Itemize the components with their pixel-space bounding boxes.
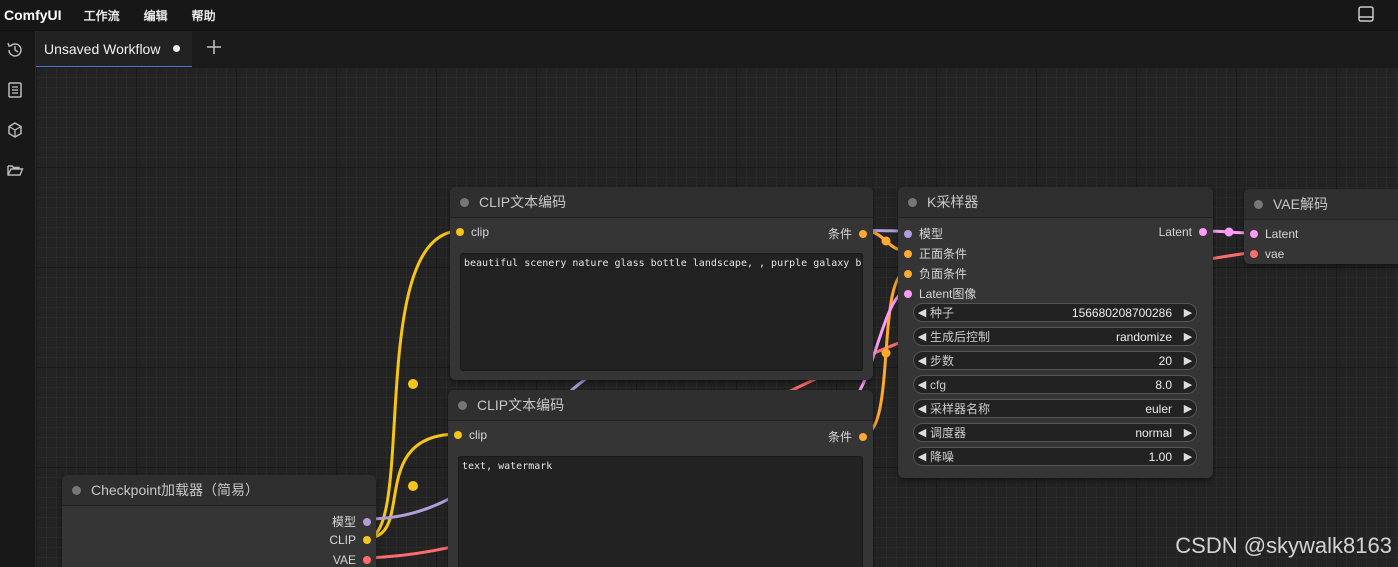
pin-icon[interactable] <box>1250 230 1258 238</box>
decrement-arrow-icon[interactable]: ◀ <box>914 402 930 415</box>
node-title: K采样器 <box>927 194 979 210</box>
node-checkpoint-loader[interactable]: Checkpoint加载器（简易） 模型 CLIP VAE <box>62 475 376 567</box>
output-slot-conditioning[interactable]: 条件 <box>828 225 867 242</box>
node-title: VAE解码 <box>1273 196 1328 212</box>
sidebar <box>0 31 36 567</box>
queue-list-icon[interactable] <box>6 81 24 99</box>
input-slot-positive[interactable]: 正面条件 <box>904 245 967 262</box>
tab-title: Unsaved Workflow <box>44 40 161 57</box>
tab-unsaved-workflow[interactable]: Unsaved Workflow <box>36 31 192 68</box>
prompt-textarea[interactable]: beautiful scenery nature glass bottle la… <box>460 253 863 371</box>
top-menu-bar: ComfyUI 工作流 编辑 帮助 <box>0 0 1398 31</box>
pin-icon[interactable] <box>1250 250 1258 258</box>
increment-arrow-icon[interactable]: ▶ <box>1180 330 1196 343</box>
input-slot-model[interactable]: 模型 <box>904 225 943 242</box>
output-slot-vae[interactable]: VAE <box>333 553 371 567</box>
link-midpoint[interactable] <box>408 379 418 389</box>
decrement-arrow-icon[interactable]: ◀ <box>914 426 930 439</box>
unsaved-dot-icon[interactable] <box>173 45 180 52</box>
pin-icon[interactable] <box>904 249 912 258</box>
output-slot-model[interactable]: 模型 <box>332 513 371 530</box>
folder-open-icon[interactable] <box>6 161 24 179</box>
decrement-arrow-icon[interactable]: ◀ <box>914 450 930 463</box>
collapse-dot-icon[interactable] <box>908 197 917 207</box>
widget-seed[interactable]: ◀ 种子 156680208700286 ▶ <box>913 303 1197 322</box>
pin-icon[interactable] <box>1199 228 1207 236</box>
pin-icon[interactable] <box>904 269 912 278</box>
model-cube-icon[interactable] <box>6 121 24 139</box>
node-title: CLIP文本编码 <box>477 397 565 413</box>
decrement-arrow-icon[interactable]: ◀ <box>914 354 930 367</box>
output-slot-latent[interactable]: Latent <box>1159 225 1207 239</box>
node-header[interactable]: CLIP文本编码 <box>448 390 873 421</box>
collapse-dot-icon[interactable] <box>460 197 469 207</box>
increment-arrow-icon[interactable]: ▶ <box>1180 426 1196 439</box>
increment-arrow-icon[interactable]: ▶ <box>1180 306 1196 319</box>
decrement-arrow-icon[interactable]: ◀ <box>914 378 930 391</box>
node-ksampler[interactable]: K采样器 模型 正面条件 负面条件 Latent图像 Latent ◀ 种子 1… <box>898 187 1213 478</box>
node-header[interactable]: VAE解码 <box>1244 189 1398 220</box>
output-slot-conditioning[interactable]: 条件 <box>828 428 867 445</box>
widget-denoise[interactable]: ◀ 降噪 1.00 ▶ <box>913 447 1197 466</box>
pin-icon[interactable] <box>904 289 912 298</box>
node-header[interactable]: K采样器 <box>898 187 1213 218</box>
pin-icon[interactable] <box>363 536 371 544</box>
increment-arrow-icon[interactable]: ▶ <box>1180 378 1196 391</box>
increment-arrow-icon[interactable]: ▶ <box>1180 354 1196 367</box>
input-slot-clip[interactable]: clip <box>456 225 489 239</box>
menu-help[interactable]: 帮助 <box>192 7 216 24</box>
pin-icon[interactable] <box>904 229 912 238</box>
collapse-dot-icon[interactable] <box>1254 199 1263 209</box>
link-midpoint[interactable] <box>408 481 418 491</box>
widget-steps[interactable]: ◀ 步数 20 ▶ <box>913 351 1197 370</box>
menu-workflow[interactable]: 工作流 <box>84 7 120 24</box>
app-brand: ComfyUI <box>4 7 62 23</box>
widget-cfg[interactable]: ◀ cfg 8.0 ▶ <box>913 375 1197 394</box>
input-slot-latent[interactable]: Latent <box>1250 227 1298 241</box>
add-tab-icon[interactable] <box>204 37 224 57</box>
decrement-arrow-icon[interactable]: ◀ <box>914 330 930 343</box>
prompt-textarea[interactable]: text, watermark <box>458 456 863 567</box>
pin-icon[interactable] <box>363 517 371 526</box>
pin-icon[interactable] <box>456 228 464 236</box>
pin-icon[interactable] <box>859 432 867 441</box>
input-slot-vae[interactable]: vae <box>1250 247 1284 261</box>
input-slot-clip[interactable]: clip <box>454 428 487 442</box>
widget-control-after-generate[interactable]: ◀ 生成后控制 randomize ▶ <box>913 327 1197 346</box>
node-clip-text-encode-negative[interactable]: CLIP文本编码 clip 条件 text, watermark <box>448 390 873 567</box>
node-clip-text-encode-positive[interactable]: CLIP文本编码 clip 条件 beautiful scenery natur… <box>450 187 873 380</box>
input-slot-latent-image[interactable]: Latent图像 <box>904 285 976 302</box>
collapse-dot-icon[interactable] <box>458 400 467 410</box>
widget-sampler-name[interactable]: ◀ 采样器名称 euler ▶ <box>913 399 1197 418</box>
workflow-tab-bar: Unsaved Workflow <box>36 31 1398 68</box>
link-midpoint[interactable] <box>1224 227 1234 237</box>
pin-icon[interactable] <box>454 431 462 439</box>
node-header[interactable]: Checkpoint加载器（简易） <box>62 475 376 506</box>
output-slot-clip[interactable]: CLIP <box>329 533 371 547</box>
bottom-panel-icon[interactable] <box>1356 4 1376 24</box>
node-title: CLIP文本编码 <box>479 194 567 210</box>
watermark-text: CSDN @skywalk8163 <box>1175 533 1392 558</box>
link-midpoint[interactable] <box>881 348 891 358</box>
increment-arrow-icon[interactable]: ▶ <box>1180 402 1196 415</box>
pin-icon[interactable] <box>859 229 867 238</box>
collapse-dot-icon[interactable] <box>72 485 81 495</box>
link-midpoint[interactable] <box>881 236 891 246</box>
node-title: Checkpoint加载器（简易） <box>91 482 260 498</box>
history-icon[interactable] <box>6 41 24 59</box>
node-header[interactable]: CLIP文本编码 <box>450 187 873 218</box>
menu-edit[interactable]: 编辑 <box>144 7 168 24</box>
pin-icon[interactable] <box>363 556 371 564</box>
decrement-arrow-icon[interactable]: ◀ <box>914 306 930 319</box>
input-slot-negative[interactable]: 负面条件 <box>904 265 967 282</box>
widget-scheduler[interactable]: ◀ 调度器 normal ▶ <box>913 423 1197 442</box>
increment-arrow-icon[interactable]: ▶ <box>1180 450 1196 463</box>
graph-canvas[interactable]: CLIP文本编码 clip 条件 beautiful scenery natur… <box>36 67 1398 567</box>
node-vae-decode[interactable]: VAE解码 Latent vae <box>1244 189 1398 264</box>
